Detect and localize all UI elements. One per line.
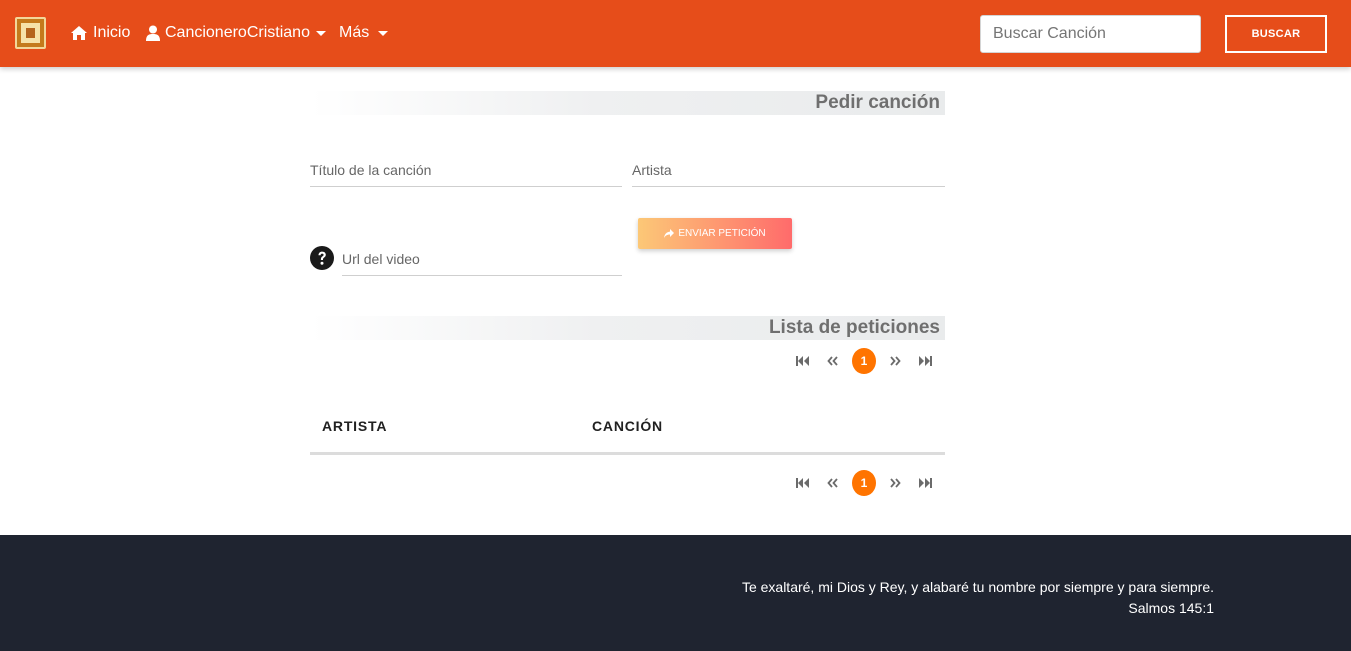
next-page-button[interactable] xyxy=(884,348,907,374)
nav-user-label: CancioneroCristiano xyxy=(165,24,310,41)
page-footer: Te exaltaré, mi Dios y Rey, y alabaré tu… xyxy=(0,535,1351,651)
video-url-field[interactable] xyxy=(342,242,622,276)
first-page-button[interactable] xyxy=(791,348,814,374)
nav-home-label: Inicio xyxy=(93,24,131,41)
pagination-top: 1 xyxy=(791,348,945,374)
site-logo[interactable] xyxy=(15,17,46,49)
search-input[interactable] xyxy=(980,15,1201,53)
chevron-down-icon xyxy=(315,30,326,36)
requests-list-title: Lista de peticiones xyxy=(310,316,945,340)
last-page-button[interactable] xyxy=(914,470,937,496)
question-circle-icon[interactable] xyxy=(310,246,334,270)
next-page-button[interactable] xyxy=(884,470,907,496)
requests-table-header: ARTISTA CANCIÓN xyxy=(310,406,945,455)
current-page-button[interactable]: 1 xyxy=(852,470,876,496)
current-page-button[interactable]: 1 xyxy=(852,348,876,374)
nav-more-dropdown[interactable]: Más xyxy=(339,22,389,44)
last-page-icon xyxy=(919,478,933,488)
nav-user-dropdown[interactable]: CancioneroCristiano xyxy=(146,22,326,44)
nav-more-label: Más xyxy=(339,24,370,41)
first-page-icon xyxy=(795,356,809,366)
prev-page-button[interactable] xyxy=(822,348,845,374)
send-request-label: ENVIAR PETICIÓN xyxy=(678,228,766,239)
next-page-icon xyxy=(889,356,901,366)
search-button[interactable]: BUSCAR xyxy=(1225,15,1327,53)
artist-field[interactable] xyxy=(632,153,945,187)
next-page-icon xyxy=(889,478,901,488)
nav-home-link[interactable]: Inicio xyxy=(70,22,130,44)
home-icon xyxy=(71,26,87,40)
footer-verse-text: Te exaltaré, mi Dios y Rey, y alabaré tu… xyxy=(741,579,1214,595)
footer-verse-block: Te exaltaré, mi Dios y Rey, y alabaré tu… xyxy=(742,577,1214,619)
first-page-icon xyxy=(795,478,809,488)
prev-page-button[interactable] xyxy=(822,470,845,496)
first-page-button[interactable] xyxy=(791,470,814,496)
send-request-button[interactable]: ENVIAR PETICIÓN xyxy=(638,218,792,249)
top-navbar: Inicio CancioneroCristiano Más BUSCAR xyxy=(0,0,1351,67)
footer-verse-reference: Salmos 145:1 xyxy=(1128,600,1214,616)
pagination-bottom: 1 xyxy=(791,470,945,496)
column-song: CANCIÓN xyxy=(592,418,663,434)
last-page-icon xyxy=(919,356,933,366)
request-section-title: Pedir canción xyxy=(310,91,945,115)
column-artist: ARTISTA xyxy=(322,418,388,434)
prev-page-icon xyxy=(827,478,839,488)
chevron-down-icon xyxy=(378,30,389,36)
last-page-button[interactable] xyxy=(914,348,937,374)
song-title-field[interactable] xyxy=(310,153,622,187)
prev-page-icon xyxy=(827,356,839,366)
share-icon xyxy=(664,229,675,238)
user-icon xyxy=(146,25,160,41)
